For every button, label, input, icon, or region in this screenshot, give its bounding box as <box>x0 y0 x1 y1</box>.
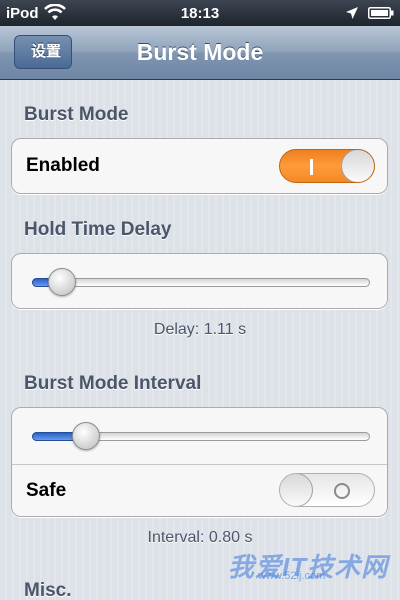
switch-knob <box>341 150 374 182</box>
switch-off-mark <box>334 483 350 499</box>
row-divider <box>12 464 387 465</box>
location-icon <box>346 7 358 19</box>
section-header-burst-interval: Burst Mode Interval <box>24 373 202 394</box>
interval-slider-thumb[interactable] <box>72 422 100 450</box>
status-bar: iPod 18:13 <box>0 0 400 26</box>
watermark-url: www.52ij.com <box>258 570 326 582</box>
section-header-misc: Misc. <box>24 580 72 600</box>
delay-slider-thumb[interactable] <box>48 268 76 296</box>
page-title: Burst Mode <box>136 39 264 65</box>
section-header-hold-time-delay: Hold Time Delay <box>24 219 172 240</box>
switch-knob <box>280 474 313 506</box>
safe-switch[interactable] <box>279 473 375 507</box>
settings-screen: iPod 18:13 设置 Burst Mode Burst Mode Enab… <box>0 0 400 600</box>
burst-mode-group: Enabled <box>11 138 388 194</box>
switch-on-mark <box>310 159 313 175</box>
clock: 18:13 <box>180 5 220 22</box>
hold-delay-group <box>11 253 388 309</box>
enabled-label: Enabled <box>26 155 100 176</box>
delay-slider-track[interactable] <box>32 278 370 287</box>
safe-label: Safe <box>26 480 67 501</box>
section-header-burst-mode: Burst Mode <box>24 104 129 125</box>
enabled-switch[interactable] <box>279 149 375 183</box>
interval-group: Safe <box>11 407 388 517</box>
interval-value-label: Interval: 0.80 s <box>147 529 253 546</box>
battery-icon <box>368 7 394 19</box>
navigation-bar: 设置 Burst Mode <box>0 26 400 80</box>
delay-value-label: Delay: 1.11 s <box>153 321 247 338</box>
